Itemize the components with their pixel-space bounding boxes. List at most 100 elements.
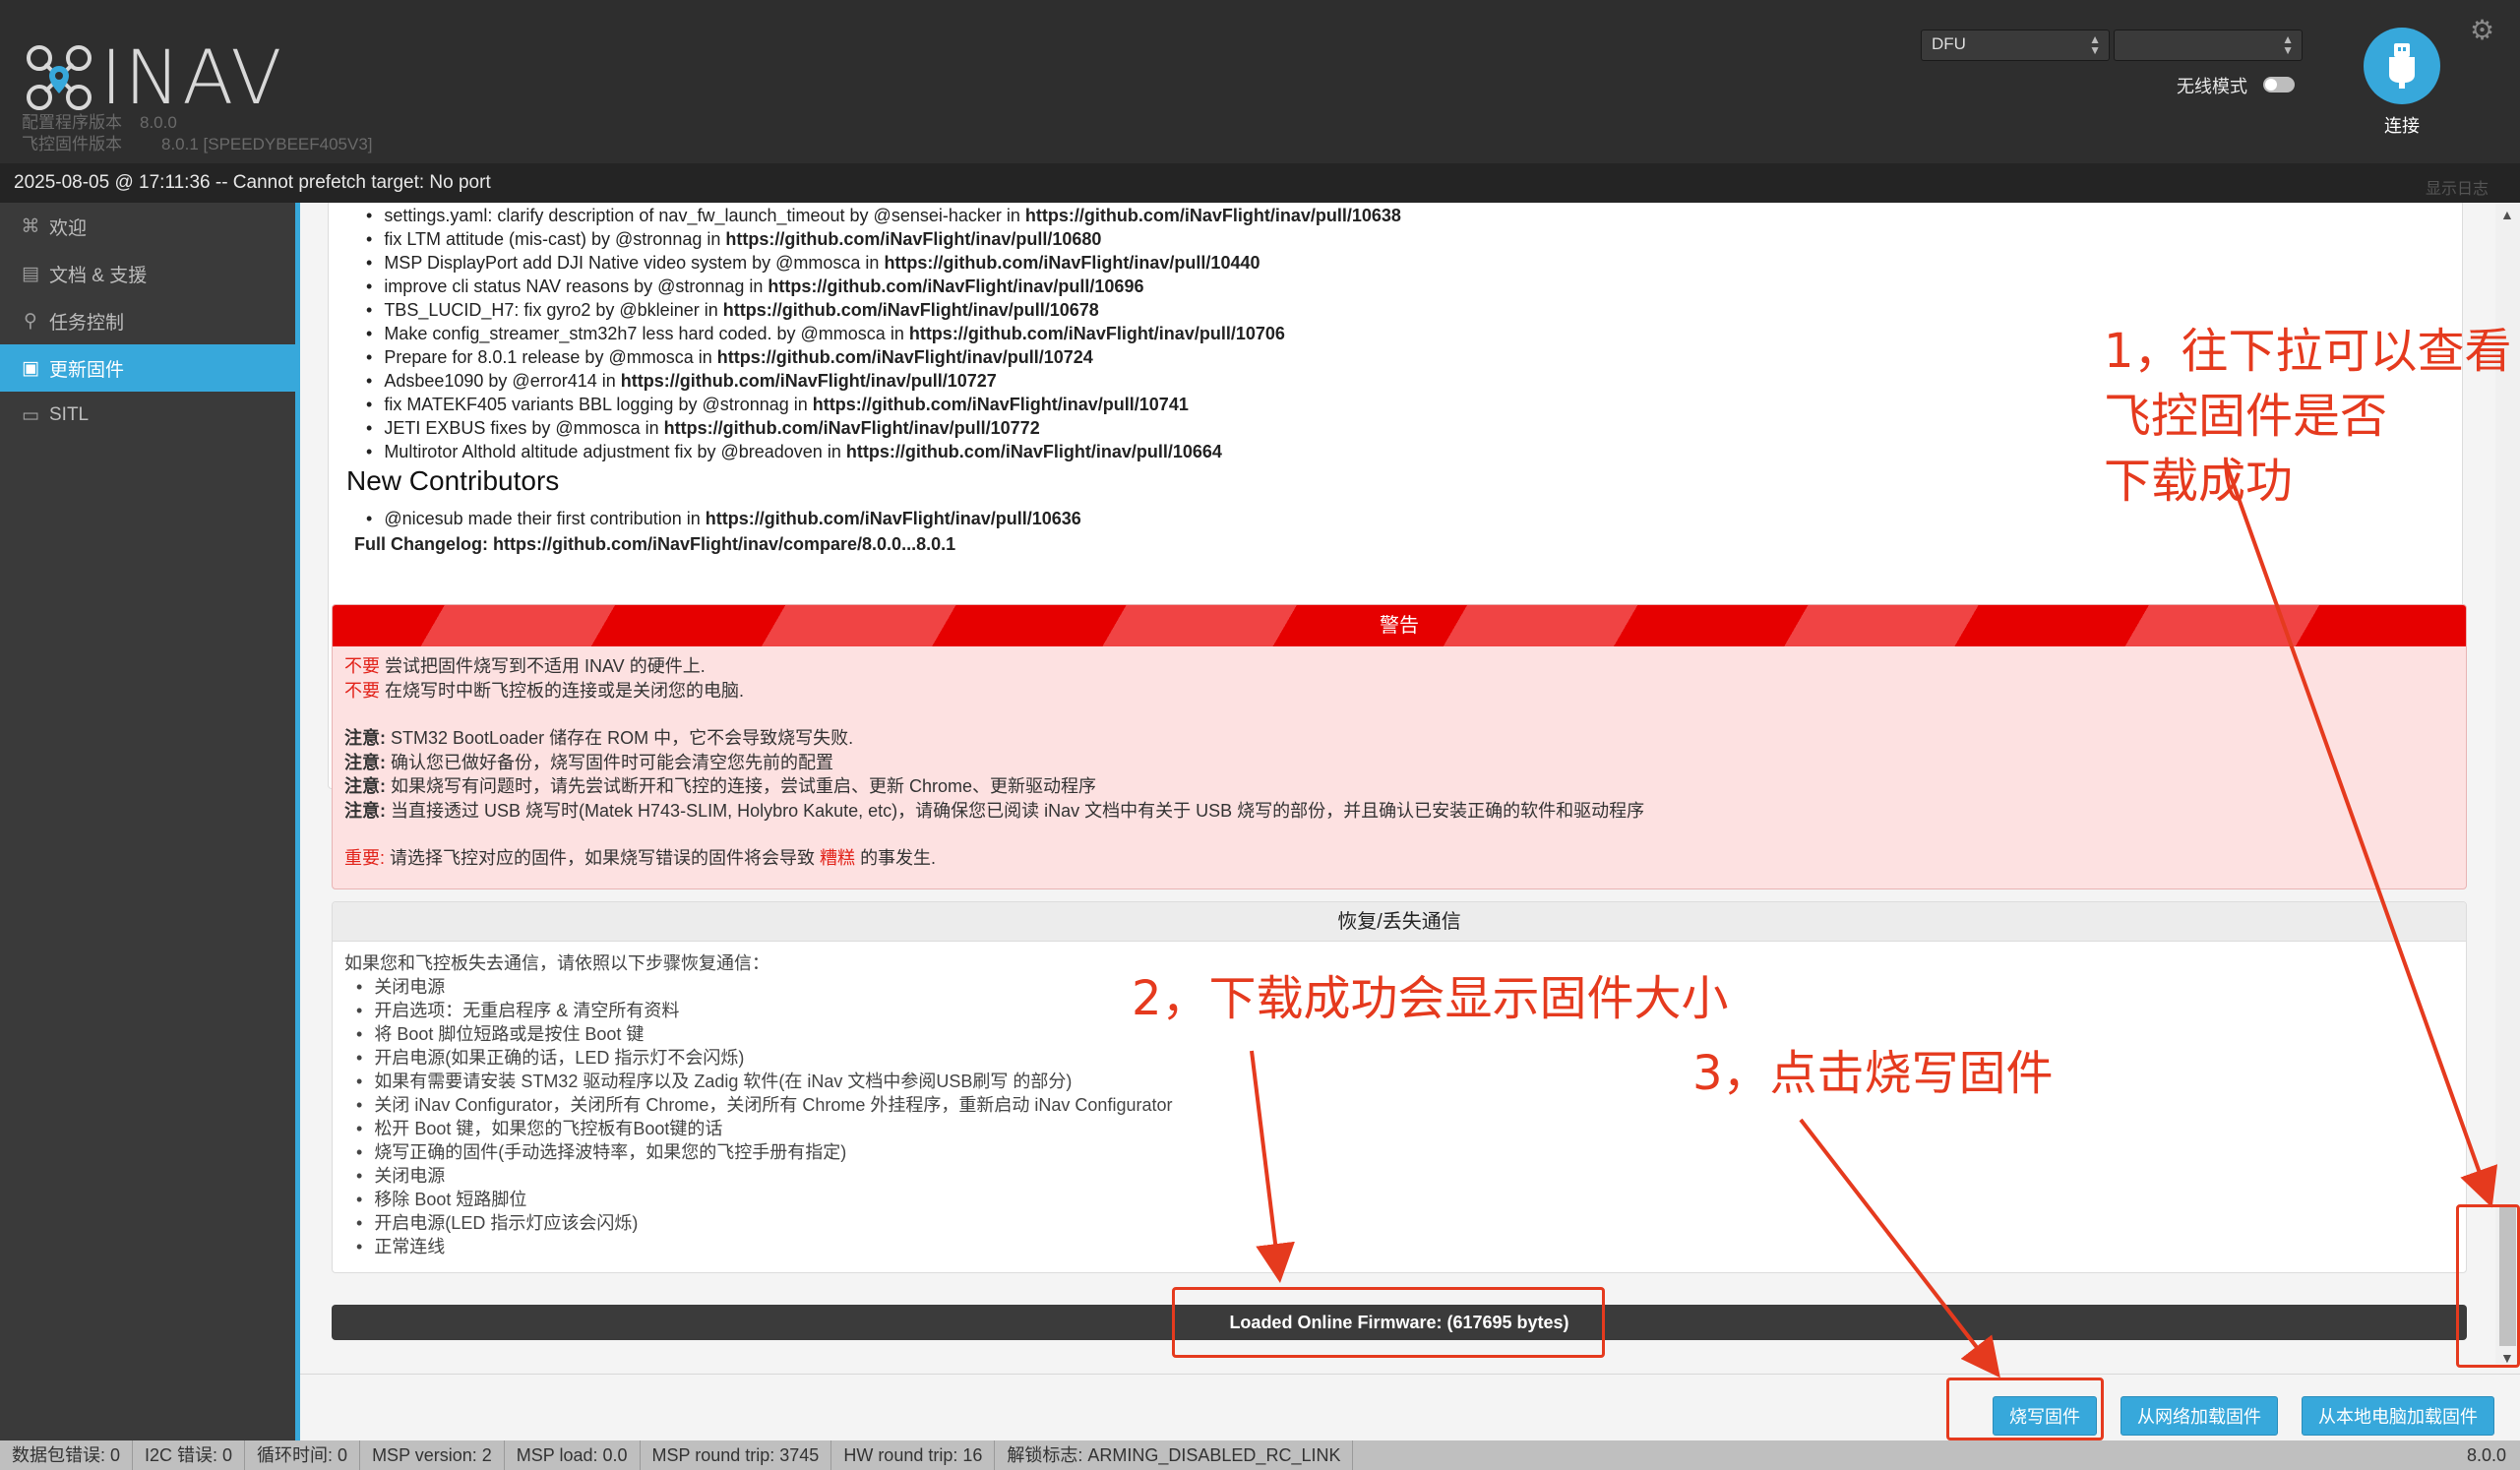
drone-logo-icon — [27, 44, 92, 110]
usb-icon — [2389, 43, 2415, 89]
monitor-icon: ▭ — [22, 404, 39, 426]
version-info: 配置程序版本 8.0.0 飞控固件版本 8.0.1 [SPEEDYBEEF405V3… — [22, 112, 373, 155]
welcome-icon: ⌘ — [21, 215, 40, 237]
pr-link[interactable]: https://github.com/iNavFlight/inav/pull/… — [725, 229, 1101, 249]
connect-button[interactable] — [2364, 28, 2440, 104]
wireless-mode-toggle[interactable] — [2263, 77, 2295, 92]
config-version-label: 配置程序版本 — [22, 113, 122, 132]
annotation-box-progress — [1172, 1287, 1605, 1358]
app-version: 8.0.0 — [2466, 1445, 2506, 1465]
sidebar-item-label: 文档 & 支援 — [49, 265, 148, 286]
annotation-note-1: 1，往下拉可以查看 飞控固件是否 下载成功 — [2104, 324, 2512, 509]
cycle-time: 循环时间: 0 — [245, 1440, 361, 1470]
firmware-version: 8.0.1 [SPEEDYBEEF405V3] — [161, 135, 373, 153]
sidebar-item-firmware-flasher[interactable]: ▣ 更新固件 — [0, 344, 295, 392]
pr-link[interactable]: https://github.com/iNavFlight/inav/pull/… — [909, 324, 1285, 343]
log-message: 2025-08-05 @ 17:11:36 -- Cannot prefetch… — [14, 172, 491, 193]
status-bar: 数据包错误: 0 I2C 错误: 0 循环时间: 0 MSP version: … — [0, 1440, 2520, 1470]
sidebar-item-mission-control[interactable]: ⚲ 任务控制 — [0, 297, 295, 344]
scroll-up-icon[interactable]: ▲ — [2500, 207, 2514, 222]
map-pin-icon: ⚲ — [24, 310, 37, 332]
list-item: Prepare for 8.0.1 release by @mmosca in … — [384, 345, 1401, 369]
app-header: INAV 配置程序版本 8.0.0 飞控固件版本 8.0.1 [SPEEDYBEEF… — [0, 0, 2520, 163]
sidebar: ⌘ 欢迎 ▤ 文档 & 支援 ⚲ 任务控制 ▣ 更新固件 ▭ SITL — [0, 203, 295, 1440]
list-item: Adsbee1090 by @error414 in https://githu… — [384, 369, 1401, 393]
log-bar: 2025-08-05 @ 17:11:36 -- Cannot prefetch… — [0, 163, 2520, 203]
sidebar-item-label: 更新固件 — [49, 359, 125, 381]
list-item: 移除 Boot 短路脚位 — [374, 1188, 2454, 1211]
list-item: Make config_streamer_stm32h7 less hard c… — [384, 322, 1401, 345]
sidebar-item-docs[interactable]: ▤ 文档 & 支援 — [0, 250, 295, 297]
flasher-button-bar: 烧写固件 从网络加载固件 从本地电脑加载固件 — [300, 1374, 2520, 1440]
wireless-mode-label: 无线模式 — [2177, 77, 2247, 96]
list-item: 关闭 iNav Configurator，关闭所有 Chrome，关闭所有 Ch… — [374, 1093, 2454, 1117]
select-arrows-icon: ▲ ▼ — [2089, 32, 2101, 57]
warning-title: 警告 — [333, 605, 2466, 646]
list-item: JETI EXBUS fixes by @mmosca in https://g… — [384, 416, 1401, 440]
packet-errors: 数据包错误: 0 — [0, 1440, 134, 1470]
warning-body: 不要 尝试把固件烧写到不适用 INAV 的硬件上. 不要 在烧写时中断飞控板的连… — [344, 656, 1645, 868]
annotation-note-2: 2，下载成功会显示固件大小 — [1132, 971, 1729, 1026]
recovery-title: 恢复/丢失通信 — [333, 902, 2466, 942]
hw-round-trip: HW round trip: 16 — [831, 1440, 996, 1470]
full-changelog-label: Full Changelog — [354, 534, 482, 554]
baud-select[interactable]: ▲ ▼ — [2114, 30, 2303, 61]
sidebar-item-sitl[interactable]: ▭ SITL — [0, 392, 295, 439]
select-arrows-icon: ▲ ▼ — [2282, 32, 2294, 57]
annotation-box-flash-button — [1946, 1378, 2104, 1440]
pr-link[interactable]: https://github.com/iNavFlight/inav/pull/… — [664, 418, 1040, 438]
list-item: 松开 Boot 键，如果您的飞控板有Boot键的话 — [374, 1117, 2454, 1140]
contributors-list: @nicesub made their first contribution i… — [384, 507, 1081, 530]
warning-panel: 警告 不要 尝试把固件烧写到不适用 INAV 的硬件上. 不要 在烧写时中断飞控… — [332, 604, 2467, 889]
load-local-firmware-button[interactable]: 从本地电脑加载固件 — [2302, 1396, 2494, 1436]
pr-link[interactable]: https://github.com/iNavFlight/inav/pull/… — [706, 509, 1081, 528]
annotation-note-3: 3，点击烧写固件 — [1692, 1046, 2054, 1101]
pr-link[interactable]: https://github.com/iNavFlight/inav/pull/… — [846, 442, 1222, 461]
list-item: 开启电源(如果正确的话，LED 指示灯不会闪烁) — [374, 1046, 2454, 1070]
annotation-box-scrollbar — [2456, 1204, 2520, 1368]
port-select-value: DFU — [1932, 34, 1966, 53]
pr-link[interactable]: https://github.com/iNavFlight/inav/pull/… — [723, 300, 1099, 320]
port-select[interactable]: DFU ▲ ▼ — [1921, 30, 2110, 61]
list-item: TBS_LUCID_H7: fix gyro2 by @bkleiner in … — [384, 298, 1401, 322]
pr-link[interactable]: https://github.com/iNavFlight/inav/pull/… — [1025, 206, 1401, 225]
pr-link[interactable]: https://github.com/iNavFlight/inav/pull/… — [813, 395, 1189, 414]
sidebar-item-label: 任务控制 — [49, 312, 125, 334]
chip-icon: ▣ — [22, 357, 39, 379]
pr-link[interactable]: https://github.com/iNavFlight/inav/pull/… — [717, 347, 1093, 367]
sidebar-item-label: SITL — [49, 404, 90, 425]
list-item: improve cli status NAV reasons by @stron… — [384, 275, 1401, 298]
full-changelog: Full Changelog: https://github.com/iNavF… — [354, 534, 956, 554]
firmware-version-label: 飞控固件版本 — [22, 135, 122, 153]
recovery-panel: 恢复/丢失通信 如果您和飞控板失去通信，请依照以下步骤恢复通信： 关闭电源 开启… — [332, 901, 2467, 1273]
msp-round-trip: MSP round trip: 3745 — [641, 1440, 832, 1470]
docs-icon: ▤ — [22, 263, 39, 284]
list-item: Multirotor Althold altitude adjustment f… — [384, 440, 1401, 463]
i2c-errors: I2C 错误: 0 — [133, 1440, 246, 1470]
list-item: 烧写正确的固件(手动选择波特率，如果您的飞控手册有指定) — [374, 1140, 2454, 1164]
msp-version: MSP version: 2 — [360, 1440, 505, 1470]
pr-link[interactable]: https://github.com/iNavFlight/inav/pull/… — [768, 276, 1143, 296]
pr-link[interactable]: https://github.com/iNavFlight/inav/pull/… — [621, 371, 997, 391]
app-name: INAV — [100, 33, 284, 121]
arming-flags: 解锁标志: ARMING_DISABLED_RC_LINK — [995, 1440, 1354, 1470]
connect-label: 连接 — [2384, 116, 2420, 136]
gear-icon[interactable]: ⚙ — [2470, 14, 2494, 46]
list-item: 如果有需要请安装 STM32 驱动程序以及 Zadig 软件(在 iNav 文档… — [374, 1070, 2454, 1093]
list-item: fix MATEKF405 variants BBL logging by @s… — [384, 393, 1401, 416]
config-version: 8.0.0 — [140, 113, 177, 132]
pr-link[interactable]: https://github.com/iNavFlight/inav/pull/… — [884, 253, 1260, 273]
new-contributors-heading: New Contributors — [346, 465, 560, 496]
msp-load: MSP load: 0.0 — [505, 1440, 641, 1470]
release-notes-list: settings.yaml: clarify description of na… — [384, 204, 1401, 463]
show-log-link[interactable]: 显示日志 — [2426, 175, 2489, 199]
sidebar-item-welcome[interactable]: ⌘ 欢迎 — [0, 203, 295, 250]
sidebar-item-label: 欢迎 — [49, 217, 88, 239]
list-item: settings.yaml: clarify description of na… — [384, 204, 1401, 227]
list-item: @nicesub made their first contribution i… — [384, 507, 1081, 530]
list-item: fix LTM attitude (mis-cast) by @stronnag… — [384, 227, 1401, 251]
list-item: 正常连线 — [374, 1235, 2454, 1258]
load-online-firmware-button[interactable]: 从网络加载固件 — [2120, 1396, 2278, 1436]
inav-logo: INAV — [24, 33, 283, 121]
full-changelog-link[interactable]: https://github.com/iNavFlight/inav/compa… — [493, 534, 955, 554]
